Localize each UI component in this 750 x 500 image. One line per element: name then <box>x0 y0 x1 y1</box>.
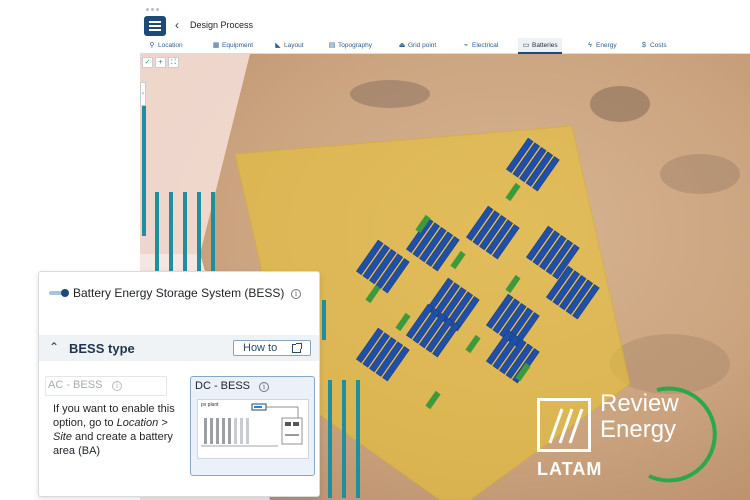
logo-slash <box>568 408 584 444</box>
battery-container[interactable] <box>395 312 411 332</box>
logo-text: Energy <box>600 416 677 443</box>
ac-bess-hint: If you want to enable this option, go to… <box>53 402 181 458</box>
grid-icon: ▦ <box>212 42 220 49</box>
section-title: BESS type <box>69 341 135 356</box>
bess-label: Battery Energy Storage System (BESS) <box>73 286 285 300</box>
tab-location[interactable]: ⚲ Location <box>148 38 183 54</box>
tab-label: Costs <box>650 42 667 49</box>
solar-panel-block <box>356 239 410 294</box>
plug-icon: ⌁ <box>463 42 469 49</box>
tab-electrical[interactable]: ⌁ Electrical <box>462 38 498 54</box>
battery-container[interactable] <box>505 182 521 202</box>
diagram-string <box>216 418 219 444</box>
tab-grid-point[interactable]: ⏏ Grid point <box>398 38 437 54</box>
diagram-string <box>240 418 243 444</box>
window-dot <box>156 8 159 11</box>
battery-container[interactable] <box>465 334 481 354</box>
diagram-string <box>204 418 207 444</box>
bess-type-header[interactable]: ⌃ BESS type How to <box>39 335 319 361</box>
tab-label: Batteries <box>532 42 558 49</box>
dc-bess-label: DC - BESS <box>195 380 251 392</box>
window-dot <box>146 8 149 11</box>
battery-container[interactable] <box>425 390 441 410</box>
pin-icon: ⚲ <box>149 42 155 49</box>
logo-slashes <box>548 408 584 444</box>
tab-label: Grid point <box>408 42 437 49</box>
bess-toggle-row: Battery Energy Storage System (BESS) i <box>39 272 319 316</box>
solar-panel-block <box>486 329 540 384</box>
tab-topography[interactable]: ▤ Topography <box>328 38 372 54</box>
tab-batteries[interactable]: ▭ Batteries <box>518 38 562 54</box>
battery-container[interactable] <box>505 274 521 294</box>
dc-bess-diagram: pv plant <box>197 399 309 459</box>
diagram-string <box>246 418 249 444</box>
solar-panel-block <box>406 217 460 272</box>
diagram-string <box>222 418 225 444</box>
tab-energy[interactable]: ϟ Energy <box>586 38 617 54</box>
inverter-part <box>285 422 291 426</box>
review-energy-latam-logo: Review Energy LATAM <box>537 384 737 484</box>
dollar-icon: $ <box>642 42 646 49</box>
inverter-box <box>281 417 303 445</box>
solar-panel-block <box>356 327 410 382</box>
design-tabs: ⚲ Location ▦ Equipment ◣ Layout ▤ Topography… <box>140 38 750 54</box>
info-icon[interactable]: i <box>291 289 301 299</box>
external-link-icon <box>292 343 302 353</box>
inverter-part <box>293 422 299 426</box>
bess-toggle[interactable] <box>49 289 69 297</box>
inverter-part <box>285 434 299 436</box>
diagram-string <box>228 418 231 444</box>
layout-icon: ◣ <box>275 42 281 49</box>
info-icon[interactable]: i <box>259 382 269 392</box>
tab-label: Location <box>158 42 183 49</box>
logo-slash <box>558 408 574 444</box>
diagram-drawing <box>201 403 303 447</box>
how-to-label: How to <box>243 342 278 354</box>
tab-costs[interactable]: $ Costs <box>640 38 667 54</box>
diagram-string <box>210 418 213 444</box>
how-to-button[interactable]: How to <box>233 340 311 356</box>
chevron-left-icon[interactable]: ‹ <box>175 18 179 32</box>
solar-panel-block <box>506 137 560 192</box>
ac-bess-label: AC - BESS <box>48 379 103 391</box>
topography-icon: ▤ <box>328 42 336 49</box>
logo-mark-icon <box>537 398 591 452</box>
ac-bess-option: AC - BESS i <box>45 376 167 396</box>
bolt-icon: ϟ <box>588 42 592 49</box>
solar-panel-block <box>466 205 520 260</box>
tab-label: Energy <box>596 42 617 49</box>
battery-container[interactable] <box>365 284 381 304</box>
battery-icon: ▭ <box>522 42 530 49</box>
tab-layout[interactable]: ◣ Layout <box>274 38 304 54</box>
window-titlebar <box>140 6 750 14</box>
logo-slash <box>548 408 564 444</box>
toggle-knob <box>61 289 69 297</box>
screenshot-stage: ‹ Design Process ⚲ Location ▦ Equipment ◣ L… <box>0 0 750 500</box>
tab-label: Electrical <box>472 42 499 49</box>
battery-container[interactable] <box>450 250 466 270</box>
chevron-up-icon[interactable]: ⌃ <box>49 340 59 354</box>
dc-bess-option[interactable]: DC - BESS i pv plant <box>190 376 315 476</box>
tower-icon: ⏏ <box>398 42 406 49</box>
app-header: ‹ Design Process <box>140 14 750 38</box>
logo-text: LATAM <box>537 459 603 479</box>
bess-settings-panel: Battery Energy Storage System (BESS) i ⌃… <box>38 271 320 497</box>
battery-fill <box>254 406 262 408</box>
logo-text: Review <box>600 390 679 417</box>
tab-equipment[interactable]: ▦ Equipment <box>212 38 253 54</box>
hamburger-menu-icon[interactable] <box>144 16 166 36</box>
page-title: Design Process <box>190 20 254 30</box>
diagram-string <box>234 418 237 444</box>
tab-label: Topography <box>338 42 372 49</box>
tab-label: Equipment <box>222 42 254 49</box>
tab-label: Layout <box>284 42 304 49</box>
window-dot <box>151 8 154 11</box>
info-icon[interactable]: i <box>112 381 122 391</box>
